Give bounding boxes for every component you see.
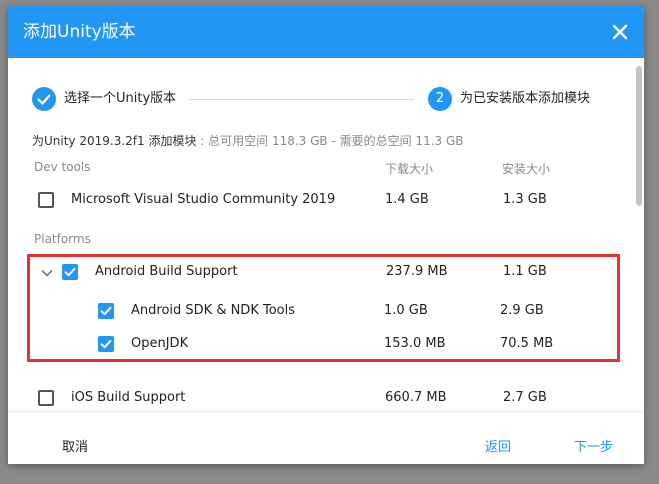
- module-label: iOS Build Support: [71, 390, 186, 405]
- stepper: 选择一个Unity版本 2 为已安装版本添加模块: [8, 58, 644, 124]
- install-size: 70.5 MB: [500, 336, 554, 351]
- install-size: 1.1 GB: [503, 264, 547, 279]
- module-row-ios[interactable]: iOS Build Support 660.7 MB 2.7 GB: [8, 382, 634, 411]
- step-1-label: 选择一个Unity版本: [64, 91, 177, 106]
- check-icon: [100, 306, 112, 316]
- close-icon: [612, 24, 628, 40]
- module-row-visual-studio[interactable]: Microsoft Visual Studio Community 2019 1…: [8, 184, 634, 216]
- visual-studio-checkbox[interactable]: [38, 192, 54, 208]
- module-label: Microsoft Visual Studio Community 2019: [71, 192, 336, 207]
- dialog-titlebar: 添加Unity版本: [8, 6, 644, 58]
- add-unity-version-dialog: 添加Unity版本 选择一个Unity版本 2 为已安装版本添加模块 为Unit…: [8, 6, 644, 464]
- download-size: 1.0 GB: [384, 303, 428, 318]
- android-sdk-checkbox[interactable]: [98, 303, 114, 319]
- column-install-size: 安装大小: [502, 162, 551, 176]
- module-row-android[interactable]: Android Build Support 237.9 MB 1.1 GB: [8, 256, 634, 288]
- install-size: 2.9 GB: [500, 303, 544, 318]
- column-download-size: 下载大小: [385, 162, 434, 176]
- module-row-openjdk[interactable]: OpenJDK 153.0 MB 70.5 MB: [8, 328, 634, 360]
- dialog-footer: 取消 返回 下一步: [8, 411, 644, 464]
- section-platforms: Platforms: [34, 232, 91, 246]
- module-label: OpenJDK: [131, 336, 189, 351]
- check-icon: [64, 267, 76, 277]
- space-info-details: : 总可用空间 118.3 GB - 需要的总空间 11.3 GB: [196, 134, 464, 148]
- scrollbar[interactable]: [636, 66, 642, 416]
- download-size: 1.4 GB: [385, 192, 429, 207]
- next-button[interactable]: 下一步: [574, 436, 613, 455]
- module-list: Dev tools 下载大小 安装大小 Microsoft Visual Stu…: [8, 156, 634, 411]
- cancel-button[interactable]: 取消: [62, 436, 88, 455]
- section-dev-tools: Dev tools: [34, 160, 91, 174]
- step-2-label: 为已安装版本添加模块: [460, 91, 591, 106]
- module-row-android-sdk[interactable]: Android SDK & NDK Tools 1.0 GB 2.9 GB: [8, 294, 634, 326]
- space-info: 为Unity 2019.3.2f1 添加模块 : 总可用空间 118.3 GB …: [32, 132, 464, 149]
- scrollbar-thumb[interactable]: [636, 66, 642, 206]
- step-connector: [188, 99, 414, 100]
- dialog-title: 添加Unity版本: [23, 22, 136, 42]
- module-label: Android Build Support: [95, 264, 238, 279]
- download-size: 660.7 MB: [385, 390, 447, 405]
- module-label: Android SDK & NDK Tools: [131, 303, 295, 318]
- download-size: 237.9 MB: [386, 264, 448, 279]
- android-checkbox[interactable]: [62, 264, 78, 280]
- check-icon: [100, 339, 112, 349]
- chevron-down-icon[interactable]: [40, 266, 54, 280]
- install-size: 1.3 GB: [503, 192, 547, 207]
- space-info-title: 为Unity 2019.3.2f1 添加模块: [32, 134, 197, 148]
- openjdk-checkbox[interactable]: [98, 336, 114, 352]
- install-size: 2.7 GB: [503, 390, 547, 405]
- download-size: 153.0 MB: [384, 336, 446, 351]
- back-button[interactable]: 返回: [485, 436, 511, 455]
- ios-checkbox[interactable]: [38, 390, 54, 406]
- step-2-number: 2: [428, 87, 452, 111]
- step-1-check-icon: [32, 87, 56, 111]
- close-button[interactable]: [606, 18, 634, 46]
